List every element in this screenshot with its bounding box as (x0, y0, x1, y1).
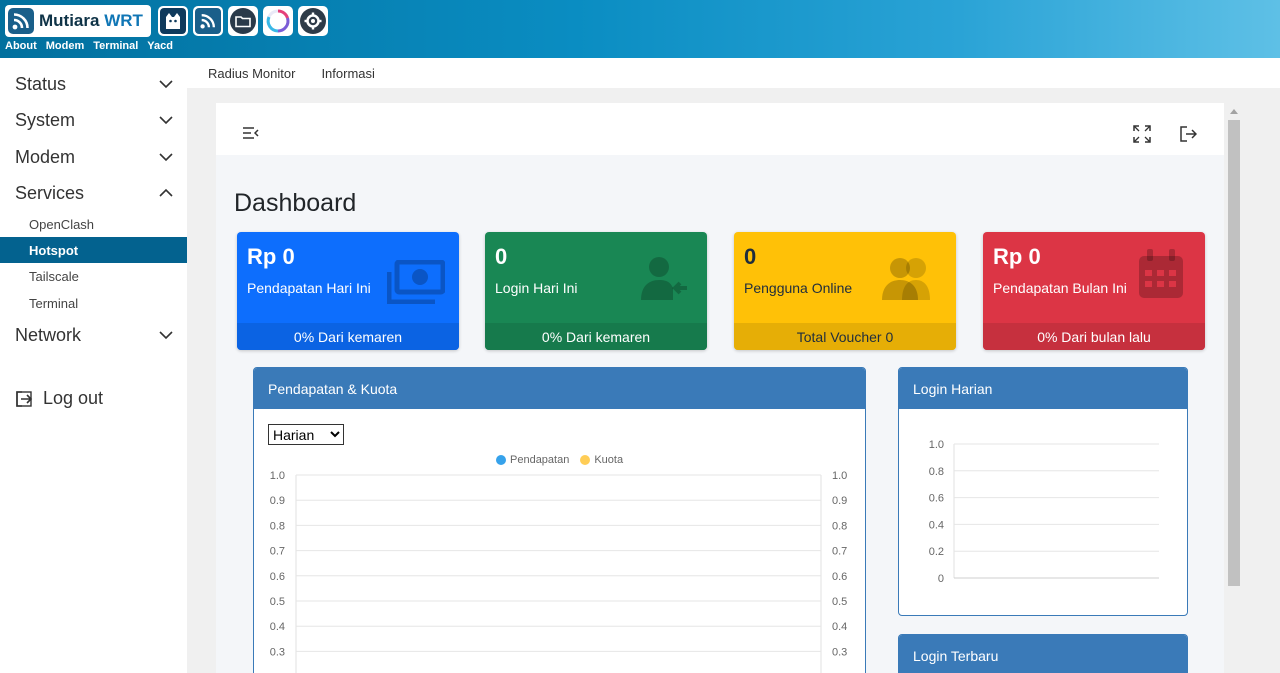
stat-footer[interactable]: 0% Dari kemaren (485, 323, 707, 350)
y-tick-label: 0.2 (929, 546, 944, 558)
y-tick-label: 0.7 (270, 546, 285, 558)
tab-bar: Radius Monitor Informasi (187, 58, 1280, 88)
y2-tick-label: 0.9 (832, 495, 847, 507)
y2-tick-label: 0.7 (832, 546, 847, 558)
top-link-about[interactable]: About (5, 40, 37, 52)
brand-logo[interactable]: Mutiara WRT (5, 5, 151, 37)
y-tick-label: 1.0 (929, 439, 944, 451)
top-header: Mutiara WRT About Modem Terminal Yacd (0, 0, 1280, 58)
sidebar: Status System Modem Services OpenClash H… (0, 58, 187, 673)
sidebar-item-services[interactable]: Services (0, 178, 187, 208)
calendar-icon (1139, 249, 1183, 298)
exit-icon[interactable] (1180, 126, 1197, 142)
sidebar-item-system[interactable]: System (0, 105, 187, 135)
sidebar-item-label: Status (15, 73, 67, 94)
logout-icon (16, 390, 33, 407)
y-tick-label: 0.9 (270, 495, 285, 507)
page-title: Dashboard (234, 189, 357, 217)
dashboard-frame: Dashboard Rp 0 Pendapatan Hari Ini 0% Da… (216, 103, 1224, 673)
y-tick-label: 1.0 (270, 470, 285, 482)
chevron-down-icon (159, 153, 173, 162)
stat-label: Login Hari Ini (495, 280, 578, 296)
sidebar-item-label: Network (15, 324, 82, 345)
stat-label: Pendapatan Hari Ini (247, 280, 371, 296)
sidebar-subitem-terminal[interactable]: Terminal (0, 290, 187, 316)
y-tick-label: 0.8 (929, 466, 944, 478)
stat-value: 0 (744, 244, 757, 269)
folder-icon[interactable] (228, 6, 258, 36)
sidebar-item-modem[interactable]: Modem (0, 142, 187, 172)
users-icon (882, 258, 930, 300)
dashboard-navbar (216, 103, 1224, 155)
stat-value: Rp 0 (247, 244, 295, 269)
y-tick-label: 0.3 (270, 646, 285, 658)
stat-box-pendapatan-bulan-ini: Rp 0 Pendapatan Bulan Ini 0% Dari bulan … (983, 232, 1205, 350)
y-tick-label: 0.5 (270, 596, 285, 608)
y-tick-label: 0.6 (270, 571, 285, 583)
sidebar-item-label: Modem (15, 146, 76, 167)
top-links: About Modem Terminal Yacd (5, 40, 173, 52)
login-daily-card: Login Harian 1.0 0.8 0.6 0.4 0.2 0 (898, 367, 1188, 616)
revenue-chart: 1.0 0.9 0.8 0.7 0.6 0.5 0.4 0.3 1.0 0.9 0.8 0.7 0.6 0… (270, 470, 847, 673)
stat-label: Pendapatan Bulan Ini (993, 280, 1127, 296)
stat-footer[interactable]: Total Voucher 0 (734, 323, 956, 350)
sidebar-toggle-icon[interactable] (243, 127, 259, 139)
fullscreen-icon[interactable] (1133, 125, 1151, 143)
stat-label: Pengguna Online (744, 280, 853, 296)
tab-informasi[interactable]: Informasi (321, 66, 374, 81)
sidebar-item-network[interactable]: Network (0, 320, 187, 350)
y2-tick-label: 0.6 (832, 571, 847, 583)
logout-button[interactable]: Log out (15, 388, 103, 409)
stat-footer[interactable]: 0% Dari bulan lalu (983, 323, 1205, 350)
revenue-chart-card: Pendapatan & Kuota Harian Pendapatan Kuo… (253, 367, 866, 673)
latest-login-card: Login Terbaru (898, 634, 1188, 673)
stat-box-login-hari-ini: 0 Login Hari Ini 0% Dari kemaren (485, 232, 707, 350)
sidebar-subitem-hotspot[interactable]: Hotspot (0, 237, 187, 263)
y2-tick-label: 0.8 (832, 520, 847, 532)
top-link-modem[interactable]: Modem (46, 40, 85, 52)
y-tick-label: 0.6 (929, 493, 944, 505)
y2-tick-label: 1.0 (832, 470, 847, 482)
stat-value: Rp 0 (993, 244, 1041, 269)
openclash-cat-icon[interactable] (158, 6, 188, 36)
y2-tick-label: 0.5 (832, 596, 847, 608)
chevron-down-icon (159, 80, 173, 89)
y-tick-label: 0 (938, 573, 944, 585)
top-link-yacd[interactable]: Yacd (147, 40, 173, 52)
sidebar-item-status[interactable]: Status (0, 69, 187, 99)
hotspot-wifi-icon[interactable] (193, 6, 223, 36)
scrollbar-thumb[interactable] (1228, 120, 1240, 586)
sidebar-subitem-openclash[interactable]: OpenClash (0, 211, 187, 237)
y-tick-label: 0.4 (929, 519, 944, 531)
sidebar-item-label: System (15, 109, 76, 130)
sidebar-subitem-tailscale[interactable]: Tailscale (0, 263, 187, 289)
stat-box-pendapatan-hari-ini: Rp 0 Pendapatan Hari Ini 0% Dari kemaren (237, 232, 459, 350)
y2-tick-label: 0.3 (832, 646, 847, 658)
stat-value: 0 (495, 244, 508, 269)
y-tick-label: 0.4 (270, 621, 285, 633)
login-chart: 1.0 0.8 0.6 0.4 0.2 0 (929, 439, 1159, 585)
user-login-icon (641, 257, 687, 300)
wifi-logo-icon (8, 8, 34, 34)
y-tick-label: 0.8 (270, 520, 285, 532)
stat-footer[interactable]: 0% Dari kemaren (237, 323, 459, 350)
card-title: Login Terbaru (899, 635, 1187, 673)
stat-box-pengguna-online: 0 Pengguna Online Total Voucher 0 (734, 232, 956, 350)
money-bill-icon (387, 260, 445, 304)
sidebar-item-label: Services (15, 182, 85, 203)
tab-radius-monitor[interactable]: Radius Monitor (208, 66, 295, 81)
brand-name: Mutiara WRT (39, 11, 143, 30)
chevron-down-icon (159, 116, 173, 125)
logout-label: Log out (43, 388, 104, 408)
chevron-up-icon (159, 188, 173, 197)
top-link-terminal[interactable]: Terminal (93, 40, 138, 52)
main-content: Radius Monitor Informasi Dashboard Rp 0 … (187, 58, 1280, 673)
chevron-down-icon (159, 331, 173, 340)
scroll-up-arrow-icon[interactable] (1230, 109, 1238, 114)
settings-gear-icon[interactable] (298, 6, 328, 36)
y2-tick-label: 0.4 (832, 621, 847, 633)
monitor-gauge-icon[interactable] (263, 6, 293, 36)
